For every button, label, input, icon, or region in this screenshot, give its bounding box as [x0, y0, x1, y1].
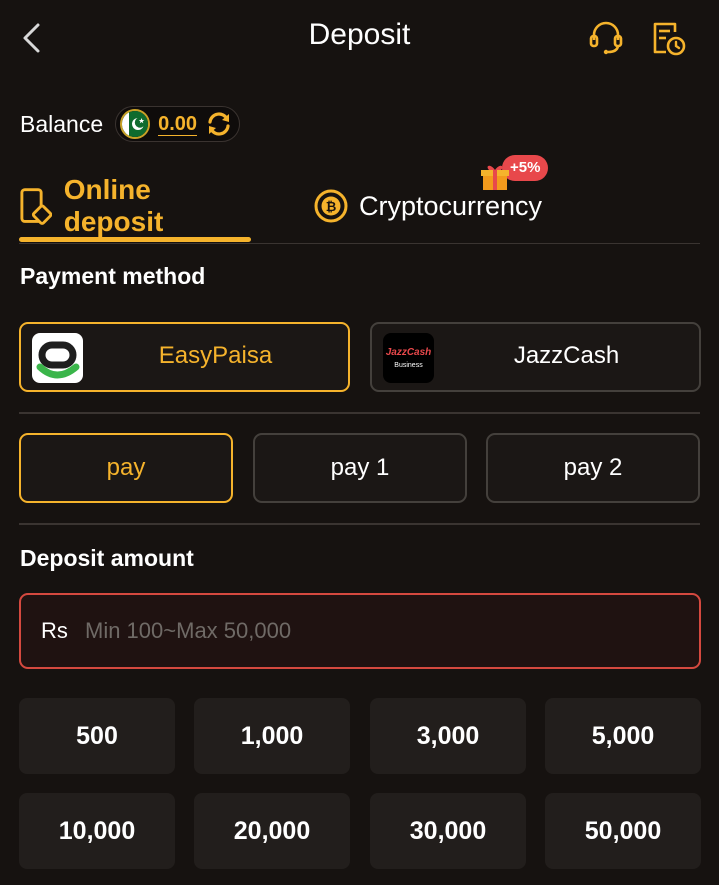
channel-pay-1[interactable]: pay 1: [253, 433, 467, 503]
crypto-bonus: +5%: [480, 153, 560, 193]
deposit-amount-title: Deposit amount: [20, 545, 194, 571]
jazzcash-label: JazzCash: [513, 342, 620, 369]
bitcoin-icon: ₿: [314, 189, 348, 223]
deposit-history-button[interactable]: [648, 18, 688, 58]
currency-symbol: Rs: [41, 618, 68, 643]
svg-text:₿: ₿: [326, 200, 337, 215]
mobile-deposit-icon: [20, 188, 52, 225]
deposit-page: Deposit Balance 0.00 Online deposit ₿ Cr…: [0, 0, 719, 885]
tab-online-deposit-label: Online deposit: [63, 174, 164, 237]
balance-pill: 0.00: [115, 106, 241, 142]
easypaisa-logo: [32, 333, 83, 383]
preset-amount-500[interactable]: 500: [19, 698, 175, 774]
balance-label: Balance: [20, 110, 104, 137]
balance-row: Balance 0.00: [20, 105, 241, 143]
headset-icon: [589, 21, 623, 55]
header: Deposit: [0, 0, 719, 78]
jazzcash-logo-subtext: Business: [394, 362, 423, 369]
channel-pay-2[interactable]: pay 2: [486, 433, 700, 503]
preset-amount-50000[interactable]: 50,000: [545, 793, 701, 869]
active-tab-indicator: [19, 237, 251, 242]
divider: [19, 523, 700, 525]
preset-amount-5000[interactable]: 5,000: [545, 698, 701, 774]
channel-pay[interactable]: pay: [19, 433, 233, 503]
refresh-balance-button[interactable]: [205, 110, 233, 138]
deposit-history-icon: [653, 22, 686, 56]
easypaisa-label: EasyPaisa: [158, 342, 273, 369]
deposit-tabs: Online deposit ₿ Cryptocurrency +5%: [19, 155, 700, 244]
deposit-amount-field: Rs: [19, 593, 701, 669]
payment-option-jazzcash[interactable]: JazzCash Business JazzCash: [370, 322, 701, 392]
payment-method-title: Payment method: [20, 263, 206, 289]
gift-icon: [481, 165, 509, 190]
tab-online-deposit[interactable]: Online deposit: [19, 174, 251, 237]
jazzcash-logo: JazzCash Business: [383, 333, 434, 383]
divider: [19, 412, 700, 414]
preset-amount-20000[interactable]: 20,000: [194, 793, 350, 869]
preset-amount-30000[interactable]: 30,000: [370, 793, 526, 869]
tab-cryptocurrency-label: Cryptocurrency: [359, 190, 543, 221]
customer-support-button[interactable]: [586, 18, 626, 58]
jazzcash-logo-text: JazzCash: [385, 347, 432, 358]
payment-option-easypaisa[interactable]: EasyPaisa: [19, 322, 350, 392]
back-arrow-icon: [23, 23, 40, 53]
preset-amount-1000[interactable]: 1,000: [194, 698, 350, 774]
pakistan-flag-icon: [120, 109, 151, 139]
preset-amount-10000[interactable]: 10,000: [19, 793, 175, 869]
balance-value: 0.00: [158, 112, 198, 136]
refresh-icon: [208, 112, 230, 136]
back-button[interactable]: [14, 20, 50, 56]
preset-amount-3000[interactable]: 3,000: [370, 698, 526, 774]
deposit-amount-input[interactable]: [85, 609, 685, 653]
